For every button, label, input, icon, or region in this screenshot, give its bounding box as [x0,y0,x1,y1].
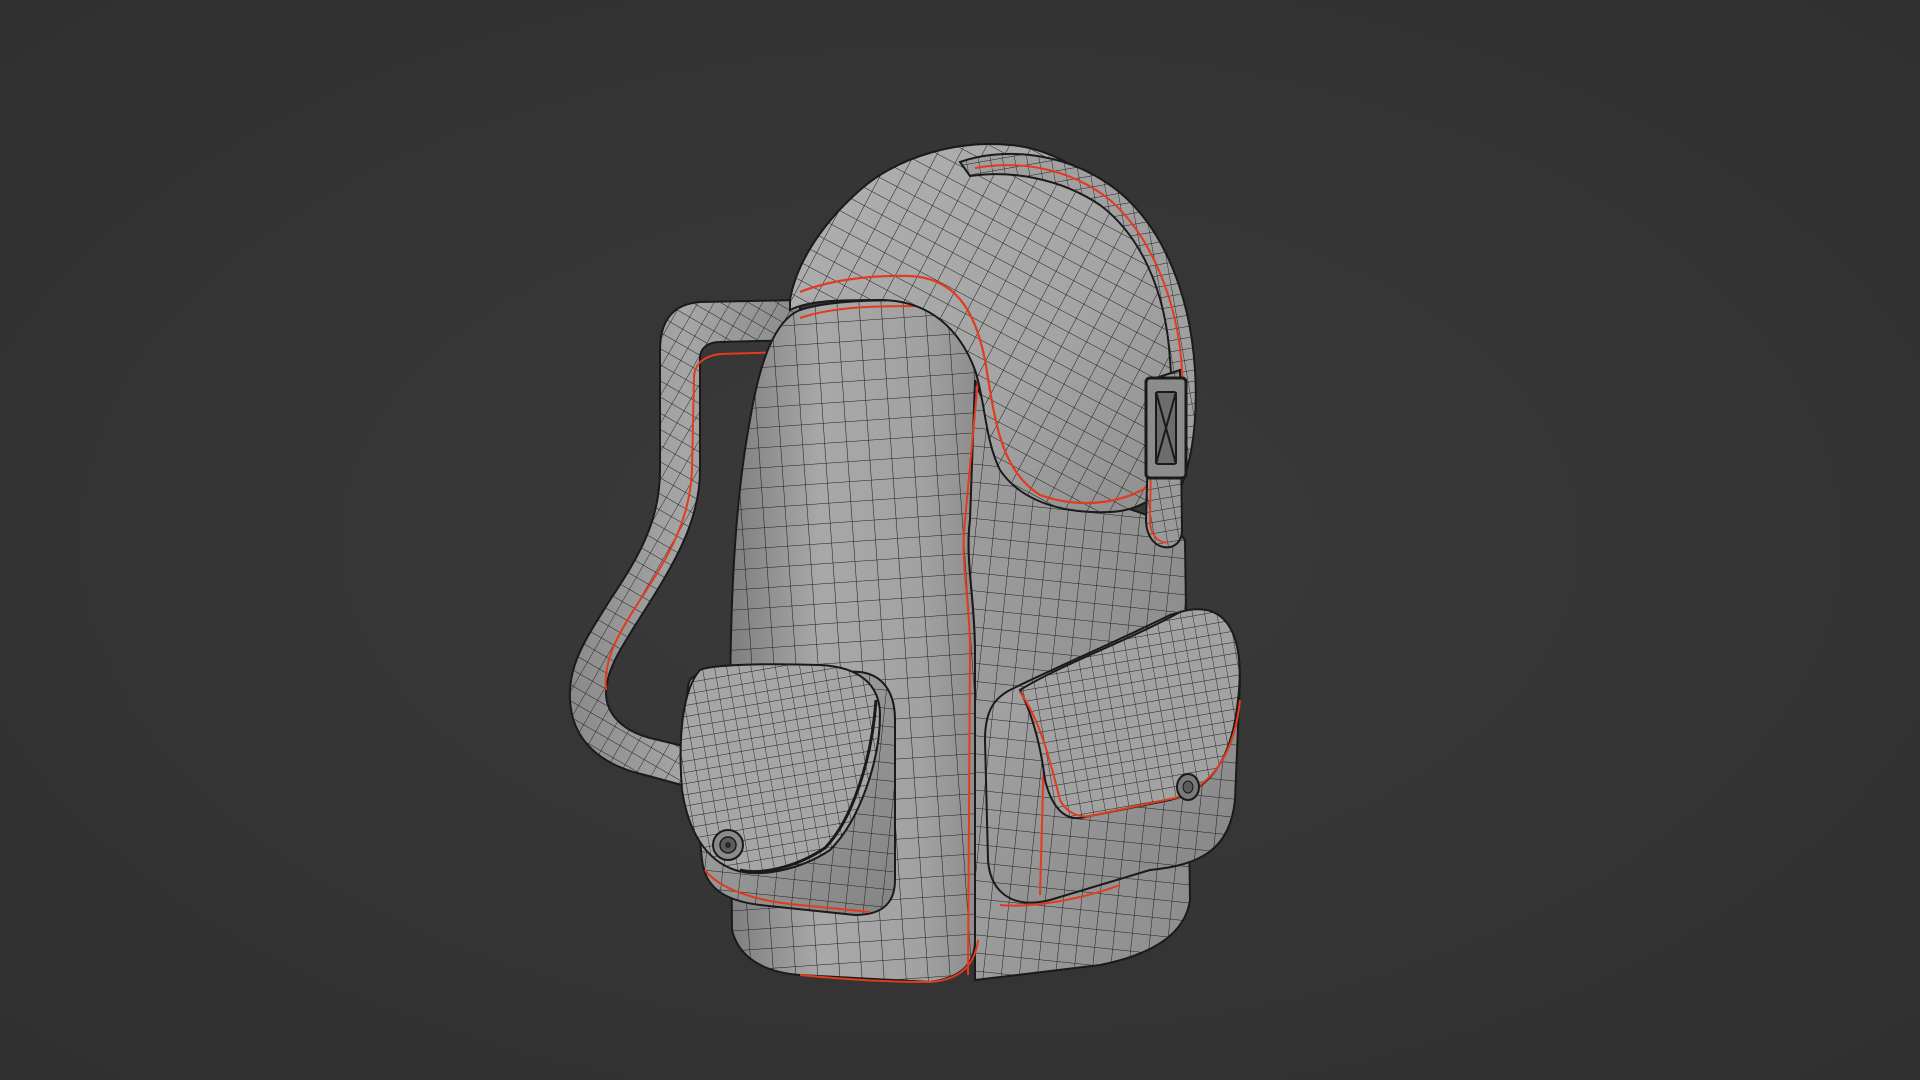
strap-buckle [1144,376,1188,480]
3d-viewport[interactable] [0,0,1920,1080]
pocket-button [1176,773,1200,801]
backpack-wireframe-render [568,143,1242,984]
